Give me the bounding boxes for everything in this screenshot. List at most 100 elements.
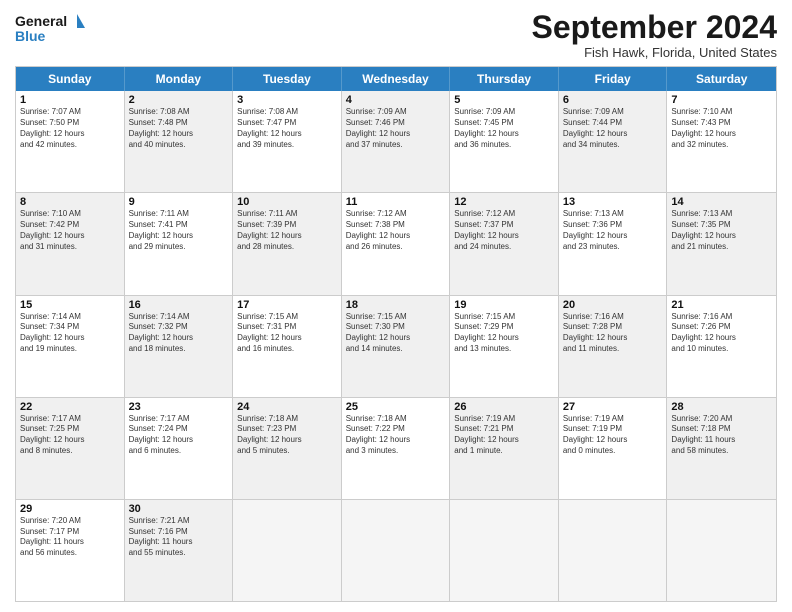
day-number: 7 <box>671 94 772 106</box>
day-info: Sunrise: 7:15 AM Sunset: 7:31 PM Dayligh… <box>237 312 337 355</box>
header: General Blue September 2024 Fish Hawk, F… <box>15 10 777 60</box>
day-cell-14: 14Sunrise: 7:13 AM Sunset: 7:35 PM Dayli… <box>667 193 776 294</box>
day-info: Sunrise: 7:07 AM Sunset: 7:50 PM Dayligh… <box>20 107 120 150</box>
day-number: 14 <box>671 196 772 208</box>
day-info: Sunrise: 7:09 AM Sunset: 7:46 PM Dayligh… <box>346 107 446 150</box>
day-header-thursday: Thursday <box>450 67 559 91</box>
week-row-5: 29Sunrise: 7:20 AM Sunset: 7:17 PM Dayli… <box>16 499 776 601</box>
empty-cell <box>667 500 776 601</box>
day-cell-7: 7Sunrise: 7:10 AM Sunset: 7:43 PM Daylig… <box>667 91 776 192</box>
day-number: 6 <box>563 94 663 106</box>
week-row-3: 15Sunrise: 7:14 AM Sunset: 7:34 PM Dayli… <box>16 295 776 397</box>
day-cell-4: 4Sunrise: 7:09 AM Sunset: 7:46 PM Daylig… <box>342 91 451 192</box>
day-info: Sunrise: 7:14 AM Sunset: 7:32 PM Dayligh… <box>129 312 229 355</box>
day-info: Sunrise: 7:21 AM Sunset: 7:16 PM Dayligh… <box>129 516 229 559</box>
day-info: Sunrise: 7:14 AM Sunset: 7:34 PM Dayligh… <box>20 312 120 355</box>
day-number: 19 <box>454 299 554 311</box>
calendar: SundayMondayTuesdayWednesdayThursdayFrid… <box>15 66 777 602</box>
day-number: 5 <box>454 94 554 106</box>
day-cell-6: 6Sunrise: 7:09 AM Sunset: 7:44 PM Daylig… <box>559 91 668 192</box>
day-number: 4 <box>346 94 446 106</box>
day-cell-23: 23Sunrise: 7:17 AM Sunset: 7:24 PM Dayli… <box>125 398 234 499</box>
day-cell-13: 13Sunrise: 7:13 AM Sunset: 7:36 PM Dayli… <box>559 193 668 294</box>
location: Fish Hawk, Florida, United States <box>532 45 777 60</box>
day-cell-24: 24Sunrise: 7:18 AM Sunset: 7:23 PM Dayli… <box>233 398 342 499</box>
day-number: 15 <box>20 299 120 311</box>
day-info: Sunrise: 7:10 AM Sunset: 7:43 PM Dayligh… <box>671 107 772 150</box>
day-number: 10 <box>237 196 337 208</box>
day-cell-16: 16Sunrise: 7:14 AM Sunset: 7:32 PM Dayli… <box>125 296 234 397</box>
day-number: 9 <box>129 196 229 208</box>
week-row-4: 22Sunrise: 7:17 AM Sunset: 7:25 PM Dayli… <box>16 397 776 499</box>
day-number: 3 <box>237 94 337 106</box>
day-cell-28: 28Sunrise: 7:20 AM Sunset: 7:18 PM Dayli… <box>667 398 776 499</box>
day-header-tuesday: Tuesday <box>233 67 342 91</box>
day-number: 1 <box>20 94 120 106</box>
day-number: 22 <box>20 401 120 413</box>
day-info: Sunrise: 7:20 AM Sunset: 7:18 PM Dayligh… <box>671 414 772 457</box>
day-info: Sunrise: 7:13 AM Sunset: 7:36 PM Dayligh… <box>563 209 663 252</box>
day-number: 24 <box>237 401 337 413</box>
day-header-wednesday: Wednesday <box>342 67 451 91</box>
day-info: Sunrise: 7:16 AM Sunset: 7:26 PM Dayligh… <box>671 312 772 355</box>
day-info: Sunrise: 7:19 AM Sunset: 7:21 PM Dayligh… <box>454 414 554 457</box>
day-info: Sunrise: 7:19 AM Sunset: 7:19 PM Dayligh… <box>563 414 663 457</box>
day-number: 17 <box>237 299 337 311</box>
day-cell-9: 9Sunrise: 7:11 AM Sunset: 7:41 PM Daylig… <box>125 193 234 294</box>
day-cell-11: 11Sunrise: 7:12 AM Sunset: 7:38 PM Dayli… <box>342 193 451 294</box>
day-cell-5: 5Sunrise: 7:09 AM Sunset: 7:45 PM Daylig… <box>450 91 559 192</box>
day-number: 27 <box>563 401 663 413</box>
day-cell-26: 26Sunrise: 7:19 AM Sunset: 7:21 PM Dayli… <box>450 398 559 499</box>
day-number: 26 <box>454 401 554 413</box>
day-info: Sunrise: 7:08 AM Sunset: 7:48 PM Dayligh… <box>129 107 229 150</box>
day-info: Sunrise: 7:11 AM Sunset: 7:41 PM Dayligh… <box>129 209 229 252</box>
empty-cell <box>233 500 342 601</box>
day-cell-8: 8Sunrise: 7:10 AM Sunset: 7:42 PM Daylig… <box>16 193 125 294</box>
day-cell-25: 25Sunrise: 7:18 AM Sunset: 7:22 PM Dayli… <box>342 398 451 499</box>
day-cell-1: 1Sunrise: 7:07 AM Sunset: 7:50 PM Daylig… <box>16 91 125 192</box>
day-header-monday: Monday <box>125 67 234 91</box>
day-cell-15: 15Sunrise: 7:14 AM Sunset: 7:34 PM Dayli… <box>16 296 125 397</box>
day-cell-17: 17Sunrise: 7:15 AM Sunset: 7:31 PM Dayli… <box>233 296 342 397</box>
day-cell-20: 20Sunrise: 7:16 AM Sunset: 7:28 PM Dayli… <box>559 296 668 397</box>
month-title: September 2024 <box>532 10 777 45</box>
day-info: Sunrise: 7:18 AM Sunset: 7:22 PM Dayligh… <box>346 414 446 457</box>
day-info: Sunrise: 7:12 AM Sunset: 7:38 PM Dayligh… <box>346 209 446 252</box>
day-info: Sunrise: 7:17 AM Sunset: 7:25 PM Dayligh… <box>20 414 120 457</box>
day-cell-10: 10Sunrise: 7:11 AM Sunset: 7:39 PM Dayli… <box>233 193 342 294</box>
day-cell-30: 30Sunrise: 7:21 AM Sunset: 7:16 PM Dayli… <box>125 500 234 601</box>
svg-text:General: General <box>15 13 67 29</box>
day-number: 30 <box>129 503 229 515</box>
day-number: 23 <box>129 401 229 413</box>
empty-cell <box>342 500 451 601</box>
page: General Blue September 2024 Fish Hawk, F… <box>0 0 792 612</box>
day-info: Sunrise: 7:16 AM Sunset: 7:28 PM Dayligh… <box>563 312 663 355</box>
calendar-header: SundayMondayTuesdayWednesdayThursdayFrid… <box>16 67 776 91</box>
day-header-saturday: Saturday <box>667 67 776 91</box>
day-number: 2 <box>129 94 229 106</box>
day-cell-12: 12Sunrise: 7:12 AM Sunset: 7:37 PM Dayli… <box>450 193 559 294</box>
day-cell-3: 3Sunrise: 7:08 AM Sunset: 7:47 PM Daylig… <box>233 91 342 192</box>
logo: General Blue <box>15 10 85 50</box>
day-info: Sunrise: 7:15 AM Sunset: 7:30 PM Dayligh… <box>346 312 446 355</box>
day-header-friday: Friday <box>559 67 668 91</box>
day-number: 20 <box>563 299 663 311</box>
day-cell-22: 22Sunrise: 7:17 AM Sunset: 7:25 PM Dayli… <box>16 398 125 499</box>
day-info: Sunrise: 7:13 AM Sunset: 7:35 PM Dayligh… <box>671 209 772 252</box>
day-info: Sunrise: 7:08 AM Sunset: 7:47 PM Dayligh… <box>237 107 337 150</box>
day-info: Sunrise: 7:10 AM Sunset: 7:42 PM Dayligh… <box>20 209 120 252</box>
day-info: Sunrise: 7:11 AM Sunset: 7:39 PM Dayligh… <box>237 209 337 252</box>
day-number: 28 <box>671 401 772 413</box>
day-cell-19: 19Sunrise: 7:15 AM Sunset: 7:29 PM Dayli… <box>450 296 559 397</box>
day-number: 12 <box>454 196 554 208</box>
day-number: 29 <box>20 503 120 515</box>
empty-cell <box>450 500 559 601</box>
title-block: September 2024 Fish Hawk, Florida, Unite… <box>532 10 777 60</box>
day-cell-27: 27Sunrise: 7:19 AM Sunset: 7:19 PM Dayli… <box>559 398 668 499</box>
day-info: Sunrise: 7:09 AM Sunset: 7:44 PM Dayligh… <box>563 107 663 150</box>
week-row-2: 8Sunrise: 7:10 AM Sunset: 7:42 PM Daylig… <box>16 192 776 294</box>
day-number: 25 <box>346 401 446 413</box>
svg-text:Blue: Blue <box>15 28 46 44</box>
empty-cell <box>559 500 668 601</box>
day-info: Sunrise: 7:09 AM Sunset: 7:45 PM Dayligh… <box>454 107 554 150</box>
